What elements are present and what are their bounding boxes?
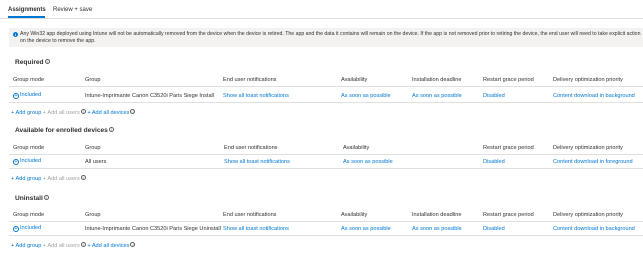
add-actions-available: + Add group + Add all users i — [11, 175, 86, 182]
info-icon[interactable]: i — [108, 127, 114, 132]
info-banner: i Any Win32 app deployed using Intune wi… — [9, 28, 643, 47]
column-header-restart: Restart grace period — [483, 212, 534, 218]
group-name: All users — [85, 159, 107, 165]
column-header-availability: Availability — [343, 145, 370, 151]
column-header-notifications: End user notifications — [223, 77, 277, 83]
add-actions-uninstall: + Add group + Add all users i + Add all d… — [11, 242, 136, 249]
column-header-restart: Restart grace period — [483, 77, 534, 83]
column-header-delivery: Delivery optimization priority — [553, 212, 623, 218]
notifications-link[interactable]: Show all toast notifications — [224, 159, 290, 165]
add-group-button[interactable]: + Add group — [11, 110, 41, 116]
add-all-devices-button[interactable]: + Add all devices — [87, 110, 129, 116]
info-banner-text: Any Win32 app deployed using Intune will… — [20, 31, 641, 44]
tab-review-save[interactable]: Review + save — [53, 7, 92, 13]
column-header-restart: Restart grace period — [483, 145, 534, 151]
plus-circle-icon: + — [13, 159, 19, 165]
info-icon[interactable]: i — [130, 242, 136, 247]
deadline-link[interactable]: As soon as possible — [412, 93, 462, 99]
info-icon[interactable]: i — [130, 109, 136, 114]
add-actions-required: + Add group + Add all users i + Add all d… — [11, 109, 136, 116]
availability-link[interactable]: As soon as possible — [341, 93, 391, 99]
delivery-link[interactable]: Content download in background — [553, 93, 635, 99]
column-header-notifications: End user notifications — [223, 212, 277, 218]
availability-link[interactable]: As soon as possible — [341, 226, 391, 232]
section-title-required: Required i — [15, 59, 50, 66]
column-header-group-mode: Group mode — [13, 212, 45, 218]
info-icon[interactable]: i — [80, 109, 86, 114]
info-icon[interactable]: i — [44, 59, 50, 64]
delivery-link[interactable]: Content download in foreground — [553, 159, 633, 165]
info-icon: i — [13, 32, 18, 37]
group-mode-included[interactable]: + Included — [13, 158, 41, 165]
group-name: Intune-Imprimante Canon C3520i Paris Sie… — [85, 93, 215, 99]
column-header-notifications: End user notifications — [224, 145, 278, 151]
column-header-deadline: Installation deadline — [412, 77, 462, 83]
column-header-group-mode: Group mode — [13, 77, 45, 83]
tab-assignments[interactable]: Assignments — [8, 7, 46, 13]
tab-divider — [0, 18, 643, 19]
group-mode-included[interactable]: + Included — [13, 225, 41, 232]
column-header-delivery: Delivery optimization priority — [553, 77, 623, 83]
row-divider — [9, 235, 643, 236]
column-header-availability: Availability — [341, 77, 368, 83]
add-all-users-button: + Add all users — [42, 110, 80, 116]
header-divider — [9, 221, 643, 222]
column-header-delivery: Delivery optimization priority — [553, 145, 623, 151]
group-name: Intune-Imprimante Canon C3520i Paris Sie… — [85, 226, 221, 232]
restart-link[interactable]: Disabled — [483, 159, 505, 165]
info-icon[interactable]: i — [80, 175, 86, 180]
info-icon[interactable]: i — [80, 242, 86, 247]
section-title-uninstall: Uninstall i — [15, 195, 49, 202]
deadline-link[interactable]: As soon as possible — [412, 226, 462, 232]
column-header-group: Group — [85, 145, 101, 151]
info-icon[interactable]: i — [43, 195, 49, 200]
group-mode-included[interactable]: + Included — [13, 92, 41, 99]
column-header-availability: Availability — [341, 212, 368, 218]
add-all-users-button: + Add all users — [42, 176, 80, 182]
column-header-group-mode: Group mode — [13, 145, 45, 151]
add-group-button[interactable]: + Add group — [11, 176, 41, 182]
restart-link[interactable]: Disabled — [483, 93, 505, 99]
add-all-devices-button[interactable]: + Add all devices — [87, 243, 129, 249]
delivery-link[interactable]: Content download in background — [553, 226, 635, 232]
restart-link[interactable]: Disabled — [483, 226, 505, 232]
row-divider — [9, 102, 643, 103]
add-all-users-button: + Add all users — [42, 243, 80, 249]
plus-circle-icon: + — [13, 93, 19, 99]
availability-link[interactable]: As soon as possible — [343, 159, 393, 165]
add-group-button[interactable]: + Add group — [11, 243, 41, 249]
header-divider — [9, 86, 643, 87]
notifications-link[interactable]: Show all toast notifications — [223, 93, 289, 99]
column-header-deadline: Installation deadline — [412, 212, 462, 218]
plus-circle-icon: + — [13, 226, 19, 232]
column-header-group: Group — [85, 77, 101, 83]
section-title-available: Available for enrolled devices i — [15, 127, 114, 134]
notifications-link[interactable]: Show all toast notifications — [223, 226, 289, 232]
column-header-group: Group — [85, 212, 101, 218]
row-divider — [9, 168, 643, 169]
header-divider — [9, 154, 643, 155]
